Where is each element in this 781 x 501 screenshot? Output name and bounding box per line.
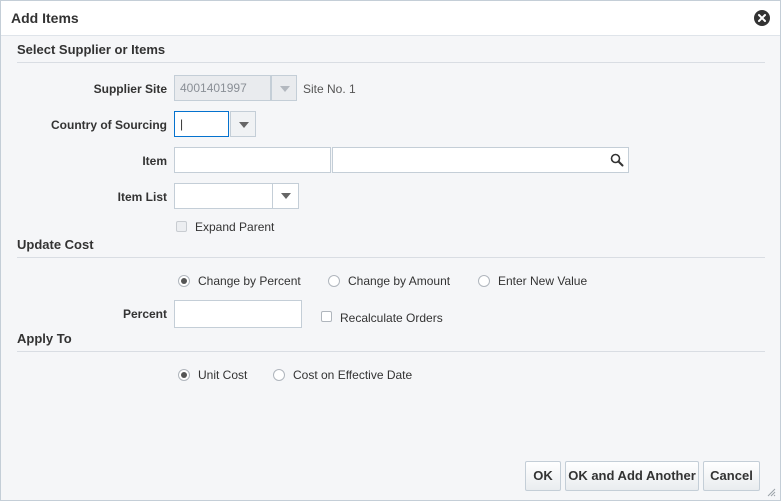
item-label: Item [142,154,167,168]
item-input[interactable] [174,147,331,173]
section-header-apply-to: Apply To [17,331,765,352]
expand-parent-checkbox [176,221,187,232]
item-description-input[interactable] [332,147,629,173]
unit-cost-label: Unit Cost [198,368,248,382]
expand-parent-label: Expand Parent [195,220,275,234]
change-by-amount-radio[interactable] [328,275,340,287]
supplier-site-name: Site No. 1 [303,82,356,96]
close-icon[interactable] [754,10,770,26]
dialog-title: Add Items [11,10,79,26]
dialog-titlebar: Add Items [1,1,780,36]
change-by-percent-radio[interactable] [178,275,190,287]
recalculate-orders-label: Recalculate Orders [340,311,443,325]
item-list-label: Item List [117,190,167,204]
country-of-sourcing-label: Country of Sourcing [51,118,167,132]
percent-input[interactable] [174,300,302,328]
percent-label: Percent [122,307,167,321]
resize-grip-icon[interactable] [766,486,776,497]
supplier-site-label: Supplier Site [93,82,167,96]
chevron-down-icon [239,122,249,128]
cost-on-effective-date-radio[interactable] [273,369,285,381]
country-of-sourcing-dropdown-button[interactable] [230,111,256,137]
change-by-percent-label: Change by Percent [198,274,301,288]
chevron-down-icon [281,193,291,199]
change-by-amount-label: Change by Amount [348,274,451,288]
recalculate-orders-checkbox[interactable] [321,311,332,322]
enter-new-value-label: Enter New Value [498,274,588,288]
ok-and-add-another-button[interactable]: OK and Add Another [565,461,699,491]
item-list-dropdown-button[interactable] [272,183,298,209]
add-items-dialog: Add Items Select Supplier or Items Suppl… [0,0,781,501]
cancel-button[interactable]: Cancel [703,461,760,491]
unit-cost-radio[interactable] [178,369,190,381]
section-header-select-supplier: Select Supplier or Items [17,42,765,63]
section-header-update-cost: Update Cost [17,237,765,258]
country-of-sourcing-input[interactable]: | [174,111,229,137]
search-icon[interactable] [610,153,624,167]
supplier-site-input: 4001401997 [174,75,271,101]
chevron-down-icon [280,86,290,92]
cost-on-effective-date-label: Cost on Effective Date [293,368,413,382]
enter-new-value-radio[interactable] [478,275,490,287]
ok-button[interactable]: OK [525,461,561,491]
supplier-site-dropdown-button [271,75,297,101]
